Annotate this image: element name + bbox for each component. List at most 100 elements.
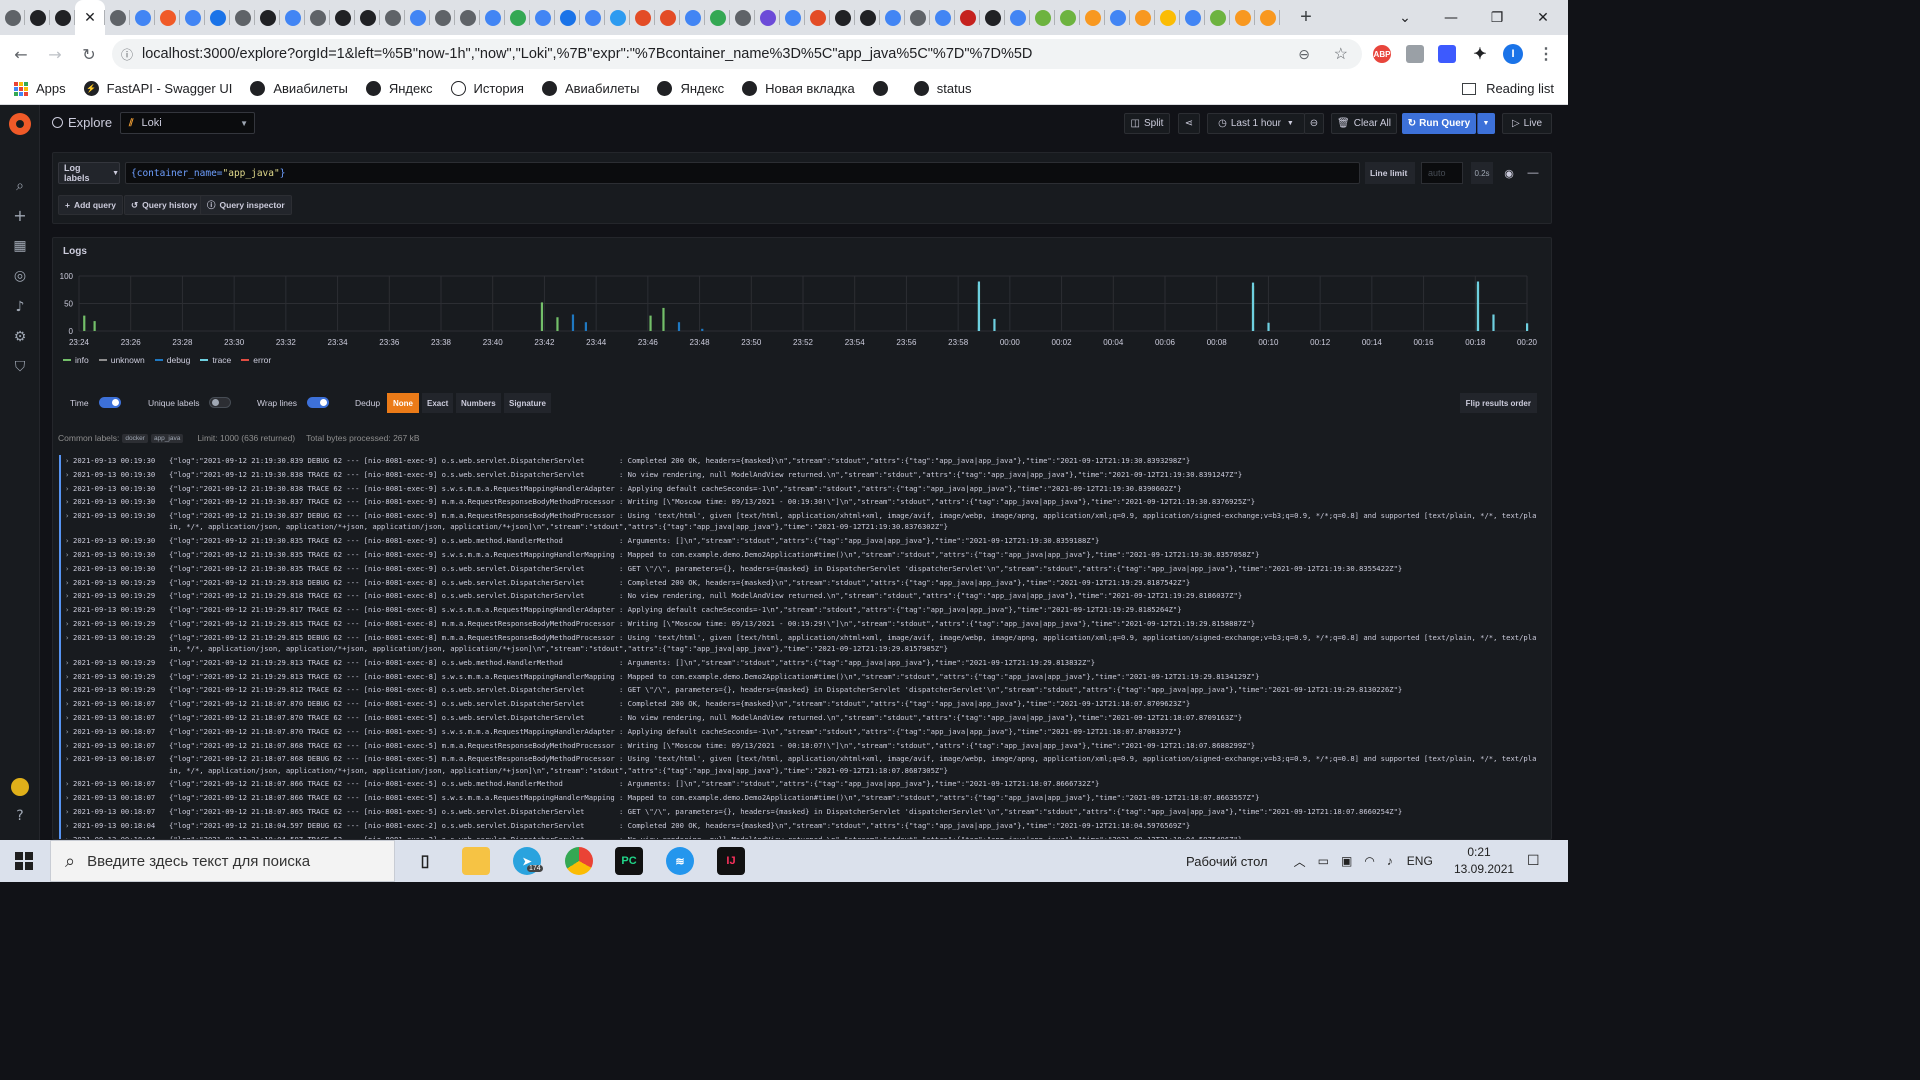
chevron-right-icon[interactable]: ›	[65, 820, 73, 834]
bookmark-apps[interactable]: Apps	[14, 81, 66, 96]
tab[interactable]	[480, 0, 505, 35]
tab[interactable]	[455, 0, 480, 35]
chevron-right-icon[interactable]: ›	[65, 577, 73, 591]
chevron-right-icon[interactable]: ›	[65, 726, 73, 740]
tab[interactable]	[930, 0, 955, 35]
minimize-icon[interactable]: —	[1428, 10, 1474, 26]
chevron-right-icon[interactable]: ›	[65, 618, 73, 632]
wrap-lines-toggle[interactable]	[307, 397, 329, 408]
clock[interactable]: 0:21 13.09.2021	[1454, 844, 1514, 878]
dedup-option-exact[interactable]: Exact	[422, 393, 454, 413]
alerting-bell-icon[interactable]: ♪	[12, 299, 28, 315]
tab[interactable]	[1105, 0, 1130, 35]
chevron-right-icon[interactable]: ›	[65, 469, 73, 483]
log-row[interactable]: › 2021-09-13 00:19:29 {"log":"2021-09-12 2…	[59, 617, 1547, 632]
legend-item-info[interactable]: info	[63, 355, 89, 365]
tab[interactable]	[430, 0, 455, 35]
reading-list-button[interactable]: Reading list	[1462, 81, 1554, 96]
dashboards-icon[interactable]: ▦	[12, 238, 28, 254]
bookmark-fastapi[interactable]: ⚡ FastAPI - Swagger UI	[83, 81, 232, 96]
flip-results-order-button[interactable]: Flip results order	[1459, 393, 1537, 413]
tab[interactable]	[1030, 0, 1055, 35]
tab[interactable]	[530, 0, 555, 35]
log-row[interactable]: › 2021-09-13 00:19:30 {"log":"2021-09-12 2…	[59, 455, 1547, 469]
clear-all-button[interactable]: 🗑 Clear All	[1331, 113, 1397, 134]
chevron-right-icon[interactable]: ›	[65, 792, 73, 806]
log-labels-button[interactable]: Log labels ▼	[58, 162, 120, 184]
tab[interactable]	[380, 0, 405, 35]
chevron-right-icon[interactable]: ›	[65, 632, 73, 657]
tray-chevron-icon[interactable]: ︿	[1294, 853, 1306, 870]
query-inspector-button[interactable]: ⓘ Query inspector	[200, 195, 292, 215]
back-icon[interactable]: ←	[4, 45, 38, 64]
bookmark-yandex[interactable]: Яндекс	[657, 81, 724, 96]
log-row[interactable]: › 2021-09-13 00:19:29 {"log":"2021-09-12 2…	[59, 604, 1547, 618]
chevron-right-icon[interactable]: ›	[65, 698, 73, 712]
tab[interactable]	[355, 0, 380, 35]
battery-icon[interactable]: ▭	[1318, 854, 1329, 868]
toggle-query-visibility-icon[interactable]: ◉	[1499, 162, 1519, 184]
user-avatar[interactable]	[11, 778, 29, 796]
tab[interactable]	[105, 0, 130, 35]
legend-item-unknown[interactable]: unknown	[98, 355, 145, 365]
chevron-right-icon[interactable]: ›	[65, 753, 73, 778]
task-view-icon[interactable]: ▯	[411, 847, 439, 875]
adblock-icon[interactable]: ABP	[1373, 45, 1391, 63]
log-row[interactable]: › 2021-09-13 00:18:07 {"log":"2021-09-12 2…	[59, 805, 1547, 820]
tab[interactable]	[25, 0, 50, 35]
dedup-option-signature[interactable]: Signature	[504, 393, 551, 413]
explore-compass-icon[interactable]: ◎	[12, 268, 28, 284]
chevron-right-icon[interactable]: ›	[65, 563, 73, 577]
extensions-puzzle-icon[interactable]: ✦	[1471, 45, 1489, 63]
bookmark-status[interactable]: status	[913, 81, 971, 96]
tab[interactable]	[1230, 0, 1255, 35]
tab[interactable]	[655, 0, 680, 35]
log-row[interactable]: › 2021-09-13 00:19:30 {"log":"2021-09-12 2…	[59, 562, 1547, 577]
chevron-right-icon[interactable]: ›	[65, 535, 73, 549]
tab-active[interactable]: ✕	[75, 0, 105, 35]
log-row[interactable]: › 2021-09-13 00:19:30 {"log":"2021-09-12 2…	[59, 482, 1547, 497]
chevron-right-icon[interactable]: ›	[65, 496, 73, 510]
query-history-button[interactable]: ↺ Query history	[124, 195, 205, 215]
wifi-icon[interactable]: ◠	[1364, 854, 1374, 868]
chevron-right-icon[interactable]: ›	[65, 671, 73, 685]
configuration-gear-icon[interactable]: ⚙	[12, 329, 28, 345]
time-toggle[interactable]	[99, 397, 121, 408]
dedup-option-numbers[interactable]: Numbers	[456, 393, 501, 413]
zoom-out-button[interactable]: ⊖	[1304, 113, 1324, 134]
live-button[interactable]: ▷ Live	[1502, 113, 1552, 134]
log-row[interactable]: › 2021-09-13 00:19:30 {"log":"2021-09-12 2…	[59, 468, 1547, 483]
bookmark-star-icon[interactable]: ☆	[1334, 44, 1348, 64]
log-row[interactable]: › 2021-09-13 00:19:29 {"log":"2021-09-12 2…	[59, 576, 1547, 591]
bookmark-unnamed[interactable]	[872, 81, 896, 96]
tab[interactable]	[1255, 0, 1280, 35]
tab[interactable]	[580, 0, 605, 35]
log-row[interactable]: › 2021-09-13 00:18:07 {"log":"2021-09-12 2…	[59, 739, 1547, 754]
remove-query-icon[interactable]: —	[1523, 162, 1543, 184]
tab[interactable]	[280, 0, 305, 35]
menu-icon[interactable]: ⋮	[1537, 45, 1555, 63]
log-row[interactable]: › 2021-09-13 00:18:07 {"log":"2021-09-12 2…	[59, 778, 1547, 793]
legend-item-debug[interactable]: debug	[154, 355, 190, 365]
tab[interactable]	[805, 0, 830, 35]
tab[interactable]	[180, 0, 205, 35]
log-row[interactable]: › 2021-09-13 00:18:07 {"log":"2021-09-12 2…	[59, 792, 1547, 806]
tab[interactable]	[630, 0, 655, 35]
tab-search-icon[interactable]: ⌄	[1382, 10, 1428, 26]
extension-icon[interactable]	[1438, 45, 1456, 63]
log-row[interactable]: › 2021-09-13 00:19:30 {"log":"2021-09-12 2…	[59, 548, 1547, 563]
tab[interactable]	[1180, 0, 1205, 35]
tab[interactable]	[955, 0, 980, 35]
maximize-icon[interactable]: ❐	[1474, 10, 1520, 26]
tab[interactable]	[505, 0, 530, 35]
datasource-picker[interactable]: ⫽ Loki ▼	[120, 112, 255, 134]
run-query-button[interactable]: ↻ Run Query	[1402, 113, 1476, 134]
file-explorer-icon[interactable]	[462, 847, 490, 875]
tab[interactable]	[50, 0, 75, 35]
tab[interactable]	[1155, 0, 1180, 35]
tab[interactable]	[980, 0, 1005, 35]
chevron-right-icon[interactable]: ›	[65, 778, 73, 792]
notifications-icon[interactable]: ☐	[1527, 852, 1540, 869]
pycharm-icon[interactable]: PC	[615, 847, 643, 875]
log-row[interactable]: › 2021-09-13 00:18:04 {"log":"2021-09-12 2…	[59, 819, 1547, 834]
